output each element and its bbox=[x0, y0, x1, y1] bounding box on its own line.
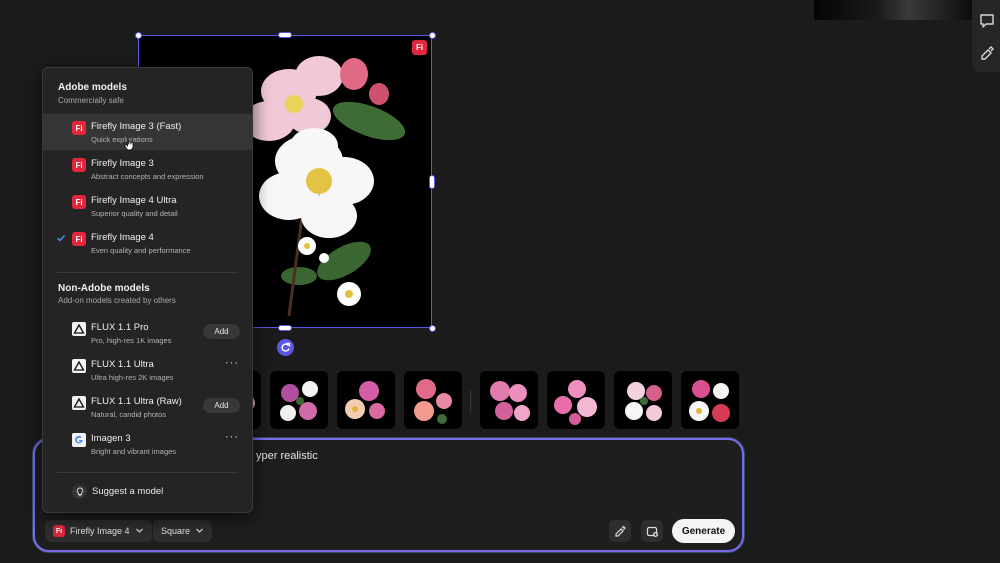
more-options-icon[interactable]: ··· bbox=[225, 431, 239, 443]
resize-handle-bottom[interactable] bbox=[278, 325, 292, 331]
model-name: Firefly Image 4 bbox=[91, 232, 154, 243]
model-name: Imagen 3 bbox=[91, 433, 131, 444]
model-item-firefly-image-3-fast[interactable]: Fi Firefly Image 3 (Fast) Quick explorat… bbox=[43, 114, 252, 150]
comment-icon[interactable] bbox=[978, 12, 996, 30]
variation-thumbnail[interactable] bbox=[681, 371, 739, 429]
lightbulb-icon bbox=[72, 484, 87, 499]
variation-thumbnail[interactable] bbox=[614, 371, 672, 429]
model-name: Firefly Image 4 Ultra bbox=[91, 195, 177, 206]
firefly-badge: Fi bbox=[72, 195, 86, 209]
model-picker-button[interactable]: Fi Firefly Image 4 bbox=[45, 520, 152, 542]
reference-image-button[interactable] bbox=[641, 520, 663, 542]
google-icon bbox=[72, 433, 86, 447]
resize-handle-right[interactable] bbox=[429, 175, 435, 189]
model-desc: Abstract concepts and expression bbox=[91, 172, 204, 181]
firefly-badge: Fi bbox=[72, 232, 86, 246]
firefly-badge: Fi bbox=[72, 158, 86, 172]
rotate-icon[interactable] bbox=[277, 339, 294, 356]
strip-divider bbox=[470, 390, 471, 412]
firefly-badge: Fi bbox=[72, 121, 86, 135]
menu-divider bbox=[57, 272, 238, 273]
model-desc: Quick explorations bbox=[91, 135, 153, 144]
model-item-flux-1-1-ultra[interactable]: FLUX 1.1 Ultra Ultra high-res 2K images … bbox=[43, 352, 252, 388]
non-adobe-models-heading: Non-Adobe models bbox=[58, 283, 150, 294]
hand-cursor-icon bbox=[124, 137, 136, 156]
generate-button[interactable]: Generate bbox=[672, 519, 735, 543]
model-desc: Ultra high-res 2K images bbox=[91, 373, 174, 382]
model-desc: Even quality and performance bbox=[91, 246, 191, 255]
menu-divider bbox=[57, 472, 238, 473]
brush-icon[interactable] bbox=[978, 44, 996, 62]
resize-handle-top-right[interactable] bbox=[428, 31, 436, 39]
resize-handle-top-left[interactable] bbox=[134, 31, 142, 39]
chevron-down-icon bbox=[195, 526, 204, 537]
non-adobe-models-subheading: Add-on models created by others bbox=[58, 296, 176, 305]
model-desc: Superior quality and detail bbox=[91, 209, 178, 218]
model-item-firefly-image-3[interactable]: Fi Firefly Image 3 Abstract concepts and… bbox=[43, 151, 252, 187]
resize-handle-bottom-right[interactable] bbox=[428, 324, 436, 332]
checkmark-icon bbox=[56, 233, 66, 246]
model-item-firefly-image-4[interactable]: Fi Firefly Image 4 Even quality and perf… bbox=[43, 225, 252, 261]
model-picker-label: Firefly Image 4 bbox=[70, 526, 130, 536]
image-add-icon bbox=[646, 526, 658, 537]
model-desc: Bright and vibrant images bbox=[91, 447, 177, 456]
right-rail bbox=[972, 0, 1000, 72]
flux-icon bbox=[72, 359, 86, 373]
model-name: Firefly Image 3 (Fast) bbox=[91, 121, 182, 132]
suggest-model-button[interactable]: Suggest a model bbox=[43, 480, 252, 504]
model-name: Firefly Image 3 bbox=[91, 158, 154, 169]
prompt-input[interactable]: yper realistic bbox=[256, 450, 318, 462]
model-dropdown: Adobe models Commercially safe Fi Firefl… bbox=[42, 67, 253, 513]
aspect-ratio-button[interactable]: Square bbox=[153, 520, 213, 542]
aspect-ratio-label: Square bbox=[161, 526, 191, 536]
model-name: FLUX 1.1 Ultra (Raw) bbox=[91, 396, 182, 407]
adobe-models-heading: Adobe models bbox=[58, 82, 127, 93]
firefly-badge: Fi bbox=[53, 525, 65, 537]
style-brush-button[interactable] bbox=[609, 520, 631, 542]
variation-thumbnail[interactable] bbox=[547, 371, 605, 429]
model-item-firefly-image-4-ultra[interactable]: Fi Firefly Image 4 Ultra Superior qualit… bbox=[43, 188, 252, 224]
firefly-badge: Fi bbox=[412, 40, 427, 55]
add-model-button[interactable]: Add bbox=[203, 398, 240, 413]
model-item-flux-1-1-ultra-raw[interactable]: FLUX 1.1 Ultra (Raw) Natural, candid pho… bbox=[43, 389, 252, 425]
suggest-model-label: Suggest a model bbox=[92, 486, 164, 497]
top-image-thumbnail[interactable] bbox=[814, 0, 972, 20]
variation-thumbnail[interactable] bbox=[270, 371, 328, 429]
add-model-button[interactable]: Add bbox=[203, 324, 240, 339]
model-desc: Pro, high-res 1K images bbox=[91, 336, 172, 345]
variation-thumbnail[interactable] bbox=[337, 371, 395, 429]
chevron-down-icon bbox=[135, 526, 144, 537]
brush-icon bbox=[614, 525, 626, 537]
model-name: FLUX 1.1 Pro bbox=[91, 322, 149, 333]
resize-handle-top[interactable] bbox=[278, 32, 292, 38]
model-desc: Natural, candid photos bbox=[91, 410, 167, 419]
model-item-imagen-3[interactable]: Imagen 3 Bright and vibrant images ··· bbox=[43, 426, 252, 462]
adobe-models-subheading: Commercially safe bbox=[58, 96, 124, 105]
more-options-icon[interactable]: ··· bbox=[225, 357, 239, 369]
variation-thumbnail[interactable] bbox=[404, 371, 462, 429]
flux-icon bbox=[72, 322, 86, 336]
flux-icon bbox=[72, 396, 86, 410]
model-name: FLUX 1.1 Ultra bbox=[91, 359, 154, 370]
model-item-flux-1-1-pro[interactable]: FLUX 1.1 Pro Pro, high-res 1K images Add bbox=[43, 315, 252, 351]
variation-thumbnail[interactable] bbox=[480, 371, 538, 429]
